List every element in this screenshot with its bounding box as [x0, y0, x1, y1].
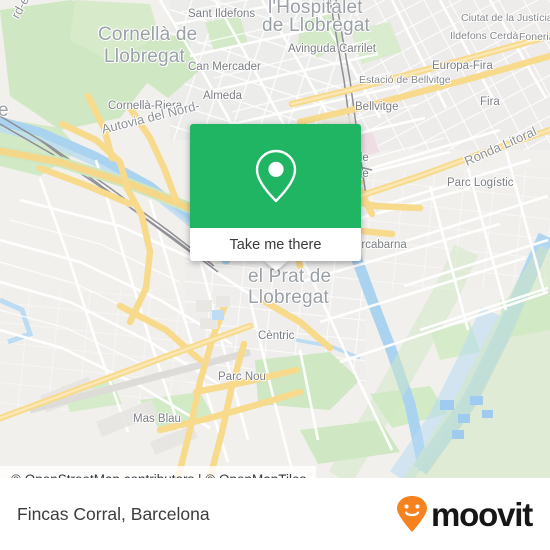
- popup-header: [190, 124, 361, 228]
- map-pin-icon: [255, 149, 296, 203]
- take-me-there-popup[interactable]: Take me there: [190, 124, 361, 261]
- moovit-logo[interactable]: moovit: [395, 495, 533, 533]
- map-canvas[interactable]: rd-est Cornellà de Llobregat Sant Ildefo…: [0, 0, 550, 478]
- moovit-smiley-pin-icon: [397, 496, 428, 532]
- location-title: Fincas Corral, Barcelona: [17, 503, 210, 524]
- popup-action-button[interactable]: Take me there: [190, 228, 361, 261]
- map-attribution: © OpenStreetMap contributors | © OpenMap…: [0, 466, 317, 478]
- popup-pointer: [263, 260, 289, 271]
- screenshot-root: rd-est Cornellà de Llobregat Sant Ildefo…: [0, 0, 550, 550]
- moovit-wordmark: moovit: [431, 495, 533, 533]
- popup-action-label: Take me there: [229, 236, 322, 253]
- bottom-bar: Fincas Corral, Barcelona moovit: [0, 478, 550, 550]
